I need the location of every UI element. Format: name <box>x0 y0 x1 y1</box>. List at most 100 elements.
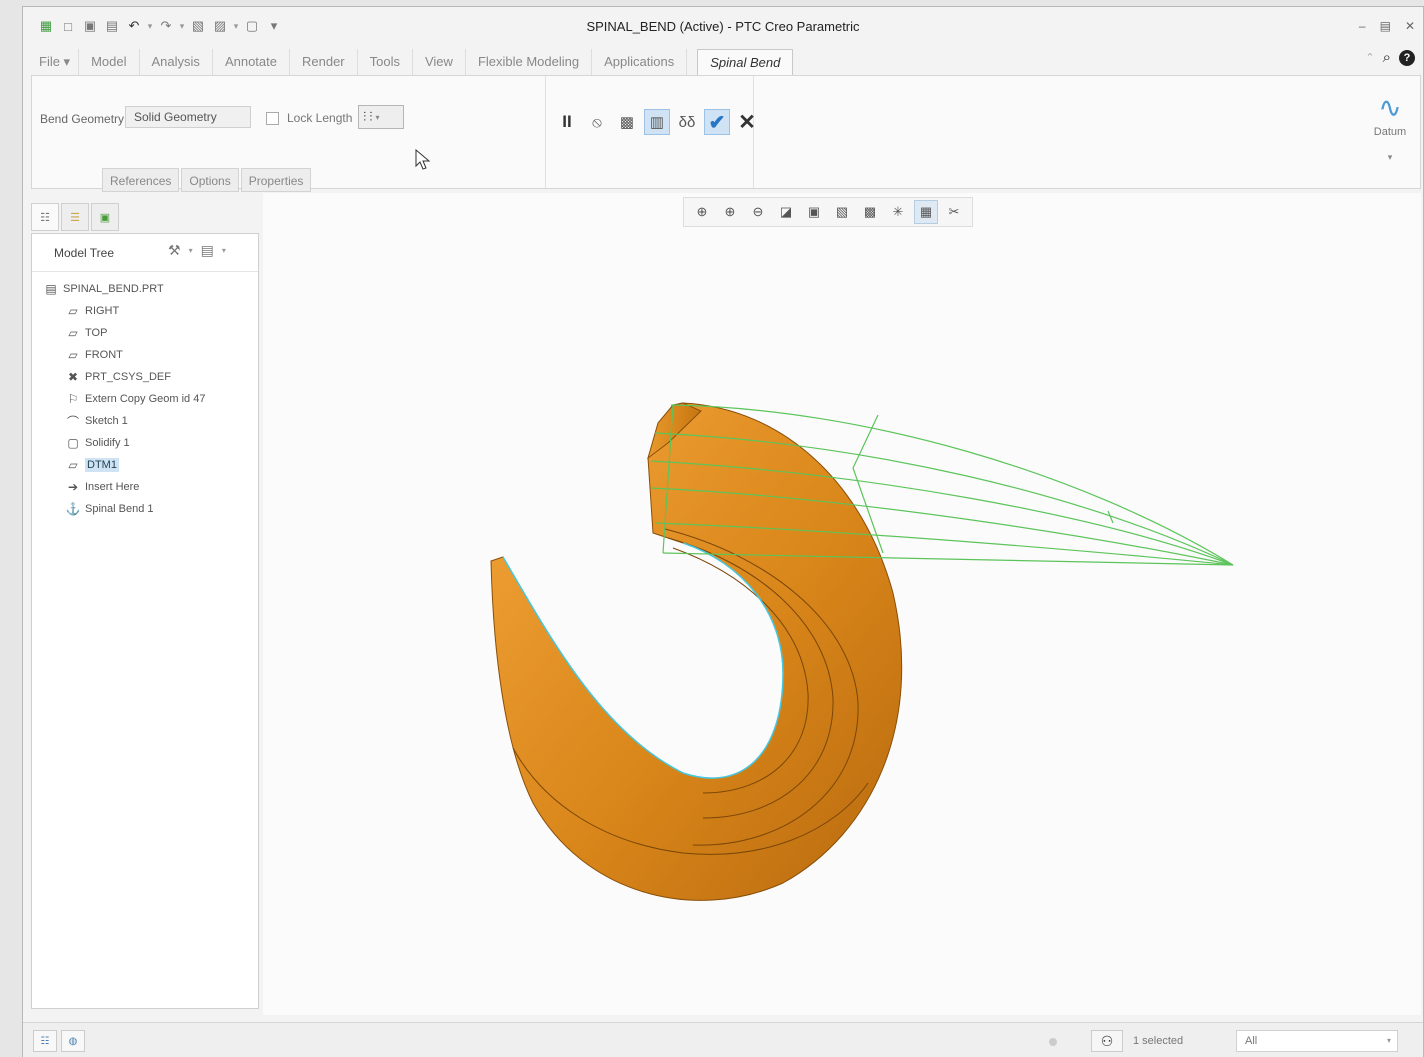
spinal-bend-dashboard: Bend Geometry Solid Geometry Lock Length… <box>31 75 1421 192</box>
toggle-browser-icon[interactable]: ◍ <box>61 1030 85 1052</box>
tree-item-icon: ▤ <box>45 282 57 296</box>
tab-spinal-bend[interactable]: Spinal Bend <box>697 49 794 75</box>
tree-item-label: RIGHT <box>85 305 120 317</box>
model-graphics[interactable] <box>263 193 1421 1015</box>
tab-applications[interactable]: Applications <box>592 49 688 75</box>
dashboard-subtabs: References Options Properties <box>102 168 313 192</box>
minimize-icon[interactable]: – <box>1359 19 1366 33</box>
tree-item-icon: ⚐ <box>67 392 79 406</box>
tab-flexible-modeling[interactable]: Flexible Modeling <box>466 49 593 75</box>
tree-item-label: Spinal Bend 1 <box>85 503 154 515</box>
graphics-viewport[interactable]: ⊕ ⊕ ⊖ ◪ ▣ ▧ ▩ ✳ ▦ ✂ <box>263 149 1421 1015</box>
tree-item[interactable]: ⚐ Extern Copy Geom id 47 <box>32 388 258 410</box>
tree-item-label: Sketch 1 <box>85 415 128 427</box>
tree-item-icon: ⌒ <box>66 414 79 429</box>
tree-item-icon: ▢ <box>67 436 79 450</box>
search-icon[interactable]: ⌕ <box>1383 49 1391 66</box>
tab-tools[interactable]: Tools <box>358 49 413 75</box>
chevron-down-icon[interactable]: ▾ <box>189 246 193 255</box>
chevron-down-icon: ▾ <box>1386 1036 1391 1045</box>
selection-filter-select[interactable]: All ▾ <box>1236 1030 1398 1052</box>
tab-options[interactable]: Options <box>181 168 239 192</box>
dashboard-actions: II ⦸ ▩ ▥ δδ ✔ ✕ <box>554 109 760 135</box>
tree-item[interactable]: ▢ Solidify 1 <box>32 432 258 454</box>
app-window: ▦ □ ▣ ▤ ↶ ▾ ↷ ▾ ▧ ▨ ▾ ▢ ▾ SPINAL_BEND (A… <box>22 6 1424 1057</box>
tree-item[interactable]: ▤ SPINAL_BEND.PRT <box>32 278 258 300</box>
bend-geometry-label: Bend Geometry <box>40 112 125 126</box>
tree-item-label: FRONT <box>85 349 123 361</box>
tree-settings-icon[interactable]: ⚒ <box>168 242 181 259</box>
no-preview-button[interactable]: ⦸ <box>584 109 610 135</box>
datum-curve-icon: ∿ <box>1378 92 1402 123</box>
preview-attached-button[interactable]: ▩ <box>614 109 640 135</box>
lock-length-label: Lock Length <box>287 111 353 125</box>
tree-item-label: TOP <box>85 327 108 339</box>
status-left-tools: ☷ ◍ <box>33 1030 85 1052</box>
datum-group[interactable]: ∿ Datum ▾ <box>1366 90 1414 163</box>
ribbon-divider <box>545 76 546 188</box>
collapse-ribbon-icon[interactable]: ⌃ <box>1365 51 1374 64</box>
tab-file[interactable]: File ▾ <box>31 49 80 75</box>
find-icon[interactable]: ⚇ <box>1091 1030 1123 1052</box>
ribbon-tabs: File ▾ Model Analysis Annotate Render To… <box>31 49 794 75</box>
model-tree-panel: Model Tree ⚒ ▾ ▤ ▾ ▤ SPINAL_BEND.PRT ▱ RIGH… <box>31 233 259 1009</box>
help-icon[interactable]: ? <box>1399 49 1415 66</box>
bend-geometry-select[interactable]: Solid Geometry <box>125 106 251 128</box>
model-tree-tab-icon[interactable]: ☷ <box>31 203 59 231</box>
tab-references[interactable]: References <box>102 168 180 192</box>
tree-item[interactable]: ▱ DTM1 <box>32 454 258 476</box>
tree-item[interactable]: ⚓ Spinal Bend 1 <box>32 498 258 520</box>
verify-preview-button[interactable]: ▥ <box>644 109 670 135</box>
tab-analysis[interactable]: Analysis <box>140 49 213 75</box>
tree-item-label: Extern Copy Geom id 47 <box>85 393 206 405</box>
tree-item[interactable]: ⌒ Sketch 1 <box>32 410 258 432</box>
folder-browser-tab-icon[interactable]: ☰ <box>61 203 89 231</box>
tab-view[interactable]: View <box>413 49 466 75</box>
tree-item[interactable]: ▱ TOP <box>32 322 258 344</box>
tree-item-icon: ▱ <box>68 326 78 340</box>
datum-label: Datum <box>1373 126 1407 138</box>
ok-button[interactable]: ✔ <box>704 109 730 135</box>
window-controls: – ▤ ✕ <box>1359 19 1415 33</box>
tree-item[interactable]: ▱ RIGHT <box>32 300 258 322</box>
status-indicator-icon <box>1049 1038 1057 1046</box>
status-bar: ☷ ◍ ⚇ 1 selected All ▾ <box>23 1022 1423 1057</box>
selection-count: 1 selected <box>1133 1035 1184 1047</box>
title-bar: ▦ □ ▣ ▤ ↶ ▾ ↷ ▾ ▧ ▨ ▾ ▢ ▾ SPINAL_BEND (A… <box>23 7 1423 47</box>
hook-solid-body[interactable] <box>490 402 903 901</box>
glasses-preview-button[interactable]: δδ <box>674 109 700 135</box>
chevron-down-icon[interactable]: ▾ <box>1366 152 1414 163</box>
favorites-tab-icon[interactable]: ▣ <box>91 203 119 231</box>
cancel-button[interactable]: ✕ <box>734 109 760 135</box>
align-left-icon: ⫶ <box>363 109 367 124</box>
tab-properties[interactable]: Properties <box>240 168 312 192</box>
tree-item[interactable]: ✖ PRT_CSYS_DEF <box>32 366 258 388</box>
tree-item-label: Insert Here <box>85 481 140 493</box>
pause-button[interactable]: II <box>554 109 580 135</box>
tree-item-label: PRT_CSYS_DEF <box>85 371 171 383</box>
tree-item-icon: ▱ <box>68 348 78 362</box>
model-tree-tools: ⚒ ▾ ▤ ▾ <box>168 242 226 259</box>
tree-show-icon[interactable]: ▤ <box>201 242 214 259</box>
navigator-tabs: ☷ ☰ ▣ <box>31 203 119 231</box>
lock-length-options-button[interactable]: ⫶ ⫶ ▾ <box>358 105 404 129</box>
top-right-tools: ⌃ ⌕ ? <box>1365 49 1415 66</box>
toggle-navigator-icon[interactable]: ☷ <box>33 1030 57 1052</box>
tree-item-label: Solidify 1 <box>85 437 130 449</box>
tree-item-icon: ➔ <box>67 480 79 494</box>
lock-length-checkbox[interactable] <box>266 112 279 125</box>
close-icon[interactable]: ✕ <box>1405 19 1415 33</box>
tab-render[interactable]: Render <box>290 49 358 75</box>
tree-item-icon: ✖ <box>67 370 79 384</box>
model-tree-title: Model Tree <box>54 246 115 260</box>
maximize-icon[interactable]: ▤ <box>1380 19 1391 33</box>
tab-model[interactable]: Model <box>79 49 140 75</box>
tree-item-icon: ▱ <box>68 304 78 318</box>
tree-item[interactable]: ➔ Insert Here <box>32 476 258 498</box>
chevron-down-icon[interactable]: ▾ <box>222 246 226 255</box>
tree-item-icon: ▱ <box>68 458 78 472</box>
tab-annotate[interactable]: Annotate <box>213 49 290 75</box>
tree-item[interactable]: ▱ FRONT <box>32 344 258 366</box>
model-tree: ▤ SPINAL_BEND.PRT ▱ RIGHT ▱ TOP ▱ FRONT ✖ PRT_CSY… <box>32 278 258 520</box>
tree-item-label: SPINAL_BEND.PRT <box>63 283 164 295</box>
